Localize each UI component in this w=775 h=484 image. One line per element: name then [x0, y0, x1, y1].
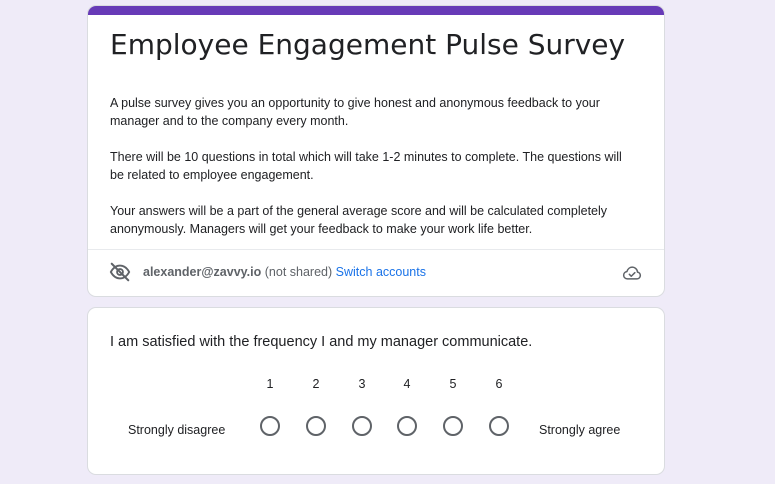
scale-number: 3	[358, 377, 366, 391]
cloud-done-icon	[622, 266, 642, 280]
question-title: I am satisfied with the frequency I and …	[110, 334, 533, 350]
shared-status: (not shared)	[264, 265, 333, 279]
scale-radio-2[interactable]	[306, 416, 326, 436]
scale-number: 2	[312, 377, 320, 391]
account-email: alexander@zavvy.io	[143, 265, 262, 279]
form-description: A pulse survey gives you an opportunity …	[110, 94, 638, 256]
scale-radio-4[interactable]	[397, 416, 417, 436]
scale-radio-5[interactable]	[443, 416, 463, 436]
scale-number: 6	[495, 377, 503, 391]
switch-accounts-link[interactable]: Switch accounts	[336, 265, 426, 279]
form-title: Employee Engagement Pulse Survey	[110, 28, 626, 61]
scale-number: 5	[449, 377, 457, 391]
account-info: alexander@zavvy.io (not shared) Switch a…	[143, 264, 426, 280]
scale-radio-6[interactable]	[489, 416, 509, 436]
account-bar: alexander@zavvy.io (not shared) Switch a…	[88, 249, 664, 296]
eye-off-icon	[109, 262, 131, 282]
scale-number: 1	[266, 377, 274, 391]
question-card: I am satisfied with the frequency I and …	[88, 308, 664, 474]
scale-radio-3[interactable]	[352, 416, 372, 436]
header-accent-band	[88, 6, 664, 15]
scale-number: 4	[403, 377, 411, 391]
description-paragraph: Your answers will be a part of the gener…	[110, 204, 608, 236]
description-paragraph: A pulse survey gives you an opportunity …	[110, 96, 600, 128]
form-header-card: Employee Engagement Pulse Survey A pulse…	[88, 6, 664, 296]
scale-radio-1[interactable]	[260, 416, 280, 436]
scale-low-label: Strongly disagree	[128, 423, 226, 437]
scale-high-label: Strongly agree	[539, 423, 621, 437]
description-paragraph: There will be 10 questions in total whic…	[110, 150, 622, 182]
